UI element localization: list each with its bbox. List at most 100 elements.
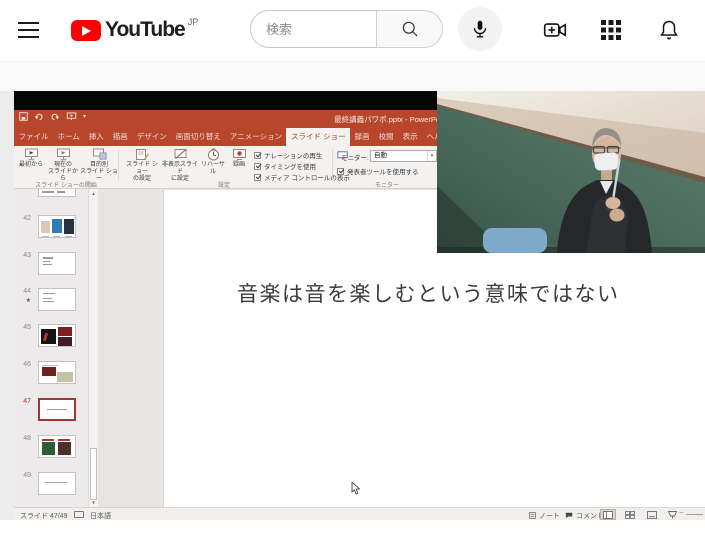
record-icon [232, 148, 247, 161]
use-presenter-view-checkbox[interactable]: 発表者ツールを使用する [337, 166, 419, 176]
language-indicator[interactable]: 日本語 [90, 511, 111, 521]
reading-view-icon [647, 511, 657, 519]
youtube-logo[interactable]: YouTube JP [71, 17, 198, 42]
use-timings-checkbox[interactable]: タイミングを使用 [254, 161, 316, 171]
start-group-label: スライド ショーの開始 [14, 180, 118, 189]
play-narrations-checkbox[interactable]: ナレーションの再生 [254, 150, 322, 160]
from-beginning-icon [24, 148, 39, 161]
tab-home[interactable]: ホーム [53, 128, 84, 146]
slide-number: 46 [16, 361, 31, 368]
start-slideshow-icon[interactable] [66, 112, 77, 121]
comment-icon [565, 512, 573, 519]
slide-thumb-49[interactable] [38, 472, 76, 495]
qat-customize-icon[interactable]: ▾ [83, 113, 86, 120]
tab-animations[interactable]: アニメーション [225, 128, 286, 146]
slide-thumb-45[interactable] [38, 324, 76, 347]
notifications-button[interactable] [656, 17, 682, 43]
hide-slide-button[interactable]: 非表示スライド に設定 [162, 148, 198, 183]
record-slideshow-label: 録画 [226, 162, 252, 169]
undo-icon[interactable] [34, 112, 44, 121]
display-settings-icon[interactable] [74, 511, 84, 518]
tab-transitions[interactable]: 画面切り替え [171, 128, 225, 146]
ppt-status-bar: スライド 47/49 日本語 ノート コメント [14, 507, 705, 520]
microphone-icon [469, 18, 491, 40]
slide-thumb-41-partial[interactable] [38, 189, 76, 197]
from-current-slide-button[interactable]: 現在の スライドから [48, 148, 78, 183]
slide-thumb-47-selected[interactable] [38, 398, 76, 421]
create-video-icon [542, 17, 568, 43]
record-slideshow-button[interactable]: 録画 [226, 148, 252, 169]
scrollbar-thumb[interactable] [90, 448, 97, 500]
tab-insert[interactable]: 挿入 [84, 128, 108, 146]
search-button[interactable] [376, 10, 443, 48]
tab-help[interactable]: ヘルプ [422, 128, 437, 146]
animation-star-icon: ★ [16, 297, 31, 304]
monitor-dropdown-value: 自動 [374, 152, 387, 159]
youtube-play-icon [71, 20, 101, 41]
screen-letterbox [14, 91, 437, 110]
use-timings-label: タイミングを使用 [264, 161, 316, 171]
checkbox-checked-icon [254, 152, 261, 159]
search-input[interactable] [250, 10, 376, 48]
zoom-out-icon[interactable]: − [679, 510, 683, 517]
comments-button[interactable]: コメント [565, 511, 604, 521]
from-current-slide-icon [56, 148, 71, 161]
tab-view[interactable]: 表示 [398, 128, 422, 146]
tab-draw[interactable]: 描画 [108, 128, 132, 146]
slide-sorter-view-button[interactable] [622, 509, 638, 520]
notes-icon [529, 512, 536, 519]
redo-icon[interactable] [50, 112, 60, 121]
voice-search-button[interactable] [458, 7, 502, 51]
slide-thumb-46[interactable] [38, 361, 76, 384]
setup-slideshow-button[interactable]: スライド ショー の設定 [124, 148, 160, 183]
apps-button[interactable] [598, 17, 624, 43]
thumbnail-scrollbar[interactable]: ▲ ▼ [88, 189, 98, 507]
custom-slideshow-button[interactable]: 目的別 スライド ショー [80, 148, 118, 183]
create-button[interactable] [542, 17, 568, 43]
normal-view-button[interactable] [600, 509, 616, 520]
save-icon[interactable] [19, 112, 28, 121]
play-narrations-label: ナレーションの再生 [264, 150, 322, 160]
slide-thumbnail-panel: 42 43 44 ★ [14, 189, 98, 507]
menu-icon[interactable] [18, 22, 39, 38]
custom-slideshow-icon [92, 148, 107, 161]
slide-title-text: 音楽は音を楽しむという意味ではない [237, 278, 620, 308]
ppt-window-title: 最終講義パワポ.pptx - PowerPo [334, 114, 440, 125]
normal-view-icon [603, 511, 613, 519]
scroll-down-icon[interactable]: ▼ [89, 500, 98, 505]
checkbox-checked-icon [254, 163, 261, 170]
page-background-strip [0, 62, 705, 91]
rehearse-timings-button[interactable]: リハーサル [200, 148, 226, 176]
slide-number: 49 [16, 472, 31, 479]
notes-label: ノート [539, 511, 560, 521]
chevron-down-icon: ▾ [427, 151, 436, 161]
presenter-webcam-view [437, 91, 705, 253]
youtube-region-label: JP [188, 17, 199, 27]
tab-file[interactable]: ファイル [14, 128, 53, 146]
tab-slideshow[interactable]: スライド ショー [286, 128, 350, 146]
slide-thumb-44[interactable] [38, 288, 76, 311]
slide-thumb-42[interactable] [38, 215, 76, 238]
setup-slideshow-icon [135, 148, 150, 161]
bell-icon [657, 18, 681, 42]
slideshow-view-button[interactable] [666, 509, 678, 520]
slide-number: 48 [16, 435, 31, 442]
notes-button[interactable]: ノート [529, 511, 560, 521]
use-presenter-view-label: 発表者ツールを使用する [347, 166, 419, 176]
slide-thumb-48[interactable] [38, 435, 76, 458]
youtube-watch-page: { "header": { "logo": { "text": "YouTube… [0, 0, 705, 540]
slide-thumb-43[interactable] [38, 252, 76, 275]
apps-grid-icon [600, 19, 622, 41]
quick-access-toolbar: ▾ [19, 112, 86, 121]
tab-record[interactable]: 録画 [350, 128, 374, 146]
slide-number: 43 [16, 252, 31, 259]
from-beginning-button[interactable]: 最初から [16, 148, 46, 169]
tab-review[interactable]: 校閲 [374, 128, 398, 146]
hide-slide-icon [173, 148, 188, 161]
reading-view-button[interactable] [644, 509, 660, 520]
zoom-slider[interactable] [686, 514, 703, 515]
scroll-up-icon[interactable]: ▲ [89, 191, 98, 196]
tab-design[interactable]: デザイン [132, 128, 171, 146]
slide-number-selected: 47 [16, 398, 31, 405]
monitor-dropdown[interactable]: 自動 ▾ [370, 150, 437, 162]
